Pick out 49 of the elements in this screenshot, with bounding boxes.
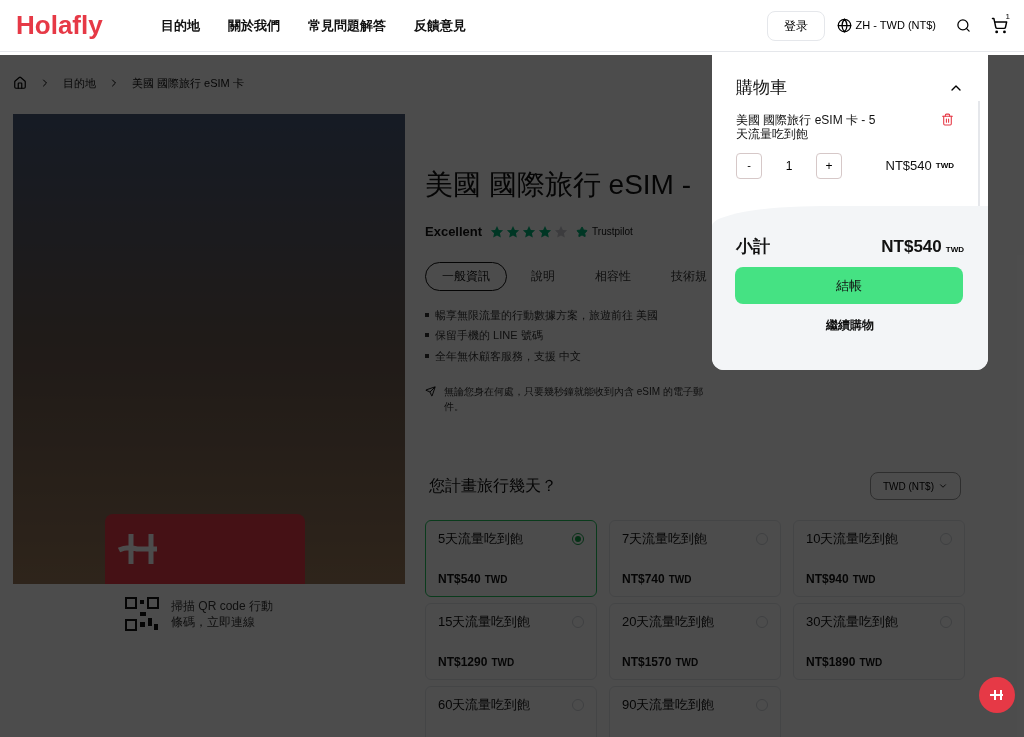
rating-label: Excellent: [425, 223, 483, 241]
checkout-button[interactable]: 結帳: [735, 267, 963, 304]
nav-link[interactable]: 常見問題解答: [308, 15, 386, 36]
rating-source: Trustpilot: [592, 225, 633, 240]
continue-shopping-link[interactable]: 繼續購物: [826, 316, 874, 334]
plan-price: NT$940: [806, 571, 849, 588]
currency-unit: TWD: [675, 656, 699, 670]
currency-unit: TWD: [945, 243, 964, 256]
h-logo-icon: [990, 689, 1004, 701]
plan-name: 30天流量吃到飽: [806, 613, 899, 631]
login-button[interactable]: 登录: [766, 10, 825, 41]
quantity: 1: [784, 157, 794, 175]
cart-icon[interactable]: [991, 17, 1008, 34]
increase-button[interactable]: +: [816, 152, 842, 179]
nav-link[interactable]: 關於我們: [228, 15, 280, 36]
locale-selector[interactable]: ZH - TWD (NT$): [855, 17, 936, 34]
plans-question: 您計畫旅行幾天？: [429, 476, 557, 496]
currency-unit: TWD: [668, 573, 692, 587]
currency-unit: TWD: [852, 573, 876, 587]
currency-unit: TWD: [935, 159, 954, 172]
subtotal-amount: NT$540: [881, 235, 942, 258]
plan-name: 90天流量吃到飽: [622, 696, 715, 714]
plan-price: NT$1890: [806, 654, 856, 671]
plan-name: 7天流量吃到飽: [622, 530, 708, 548]
search-icon[interactable]: [956, 18, 971, 33]
plan-name: 10天流量吃到飽: [806, 530, 899, 548]
cart-count: 1: [1005, 11, 1010, 23]
plan-price: NT$1290: [438, 654, 488, 671]
cart-item-name: 美國 國際旅行 eSIM 卡 - 5天流量吃到飽: [736, 112, 876, 141]
nav-link[interactable]: 目的地: [161, 15, 200, 36]
currency-unit: TWD: [491, 656, 515, 670]
globe-icon[interactable]: [836, 18, 852, 33]
plan-price: NT$740: [622, 571, 665, 588]
plan-name: 5天流量吃到飽: [438, 530, 524, 548]
cart-title: 購物車: [736, 77, 787, 99]
decrease-button[interactable]: -: [736, 152, 762, 179]
plan-name: 20天流量吃到飽: [622, 613, 715, 631]
trash-icon[interactable]: [941, 112, 954, 126]
plan-price: NT$1570: [622, 654, 672, 671]
subtotal-label: 小計: [736, 235, 770, 258]
cart-item-price: NT$540: [885, 156, 932, 175]
nav-link[interactable]: 反饋意見: [414, 15, 466, 36]
currency-unit: TWD: [484, 573, 508, 587]
logo[interactable]: Holafly: [16, 6, 161, 45]
product-title: 美國 國際旅行 eSIM -: [425, 168, 691, 202]
plan-price: NT$540: [438, 571, 481, 588]
plan-name: 60天流量吃到飽: [438, 696, 531, 714]
plan-name: 15天流量吃到飽: [438, 613, 531, 631]
currency-unit: TWD: [859, 656, 883, 670]
